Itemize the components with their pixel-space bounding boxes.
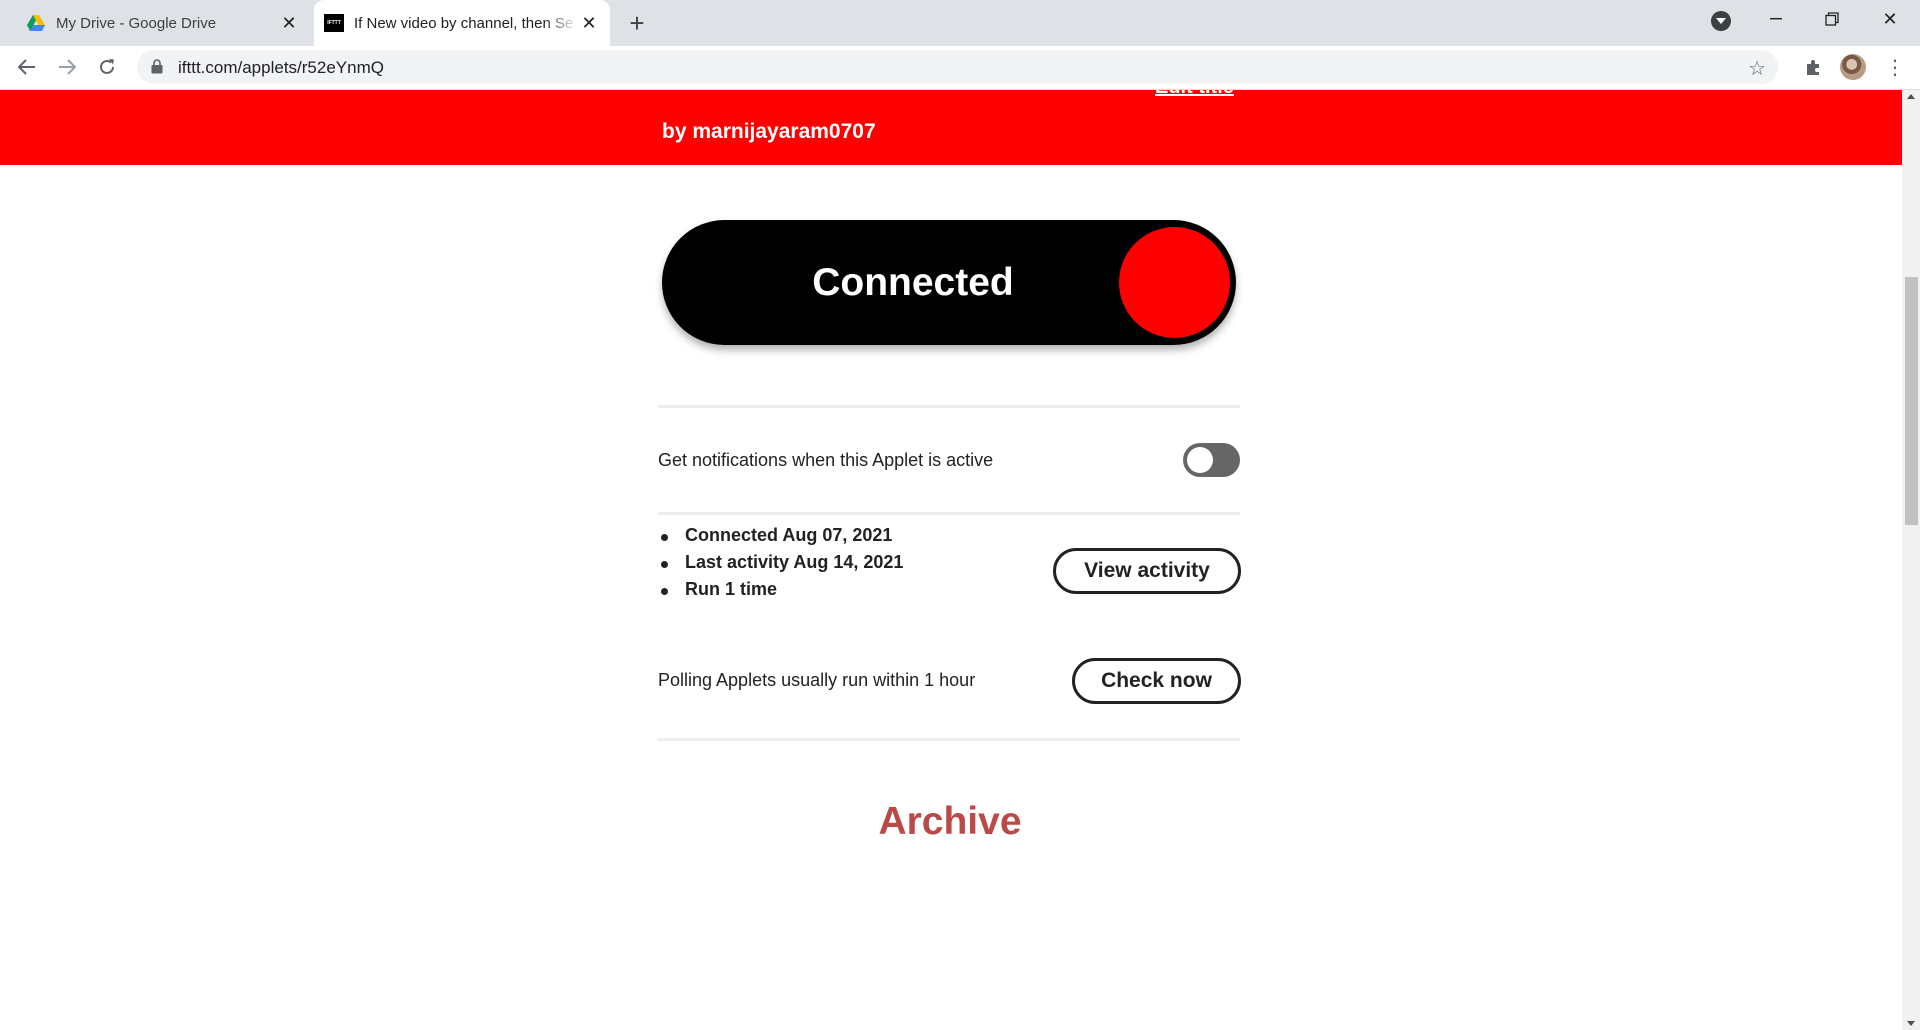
notifications-switch[interactable] [1183,443,1240,477]
more-menu-icon[interactable]: ⋮ [1880,52,1910,82]
tab-title: My Drive - Google Drive [56,14,217,32]
address-bar[interactable]: ifttt.com/applets/r52eYnmQ ☆ [137,50,1778,84]
url-text[interactable]: ifttt.com/applets/r52eYnmQ [178,58,384,78]
list-item: Connected Aug 07, 2021 [658,525,903,552]
page-viewport: Edit title by marnijayaram0707 Connected… [0,90,1902,1030]
google-drive-icon [26,13,46,33]
scroll-down-arrow-icon[interactable] [1907,1021,1915,1026]
divider [658,512,1240,515]
vertical-scrollbar[interactable] [1902,90,1920,1030]
profile-avatar[interactable] [1840,54,1866,80]
divider [658,405,1240,408]
browser-chrome: My Drive - Google Drive ✕ IFTTT If New v… [0,0,1920,90]
stat-connected-date: Connected Aug 07, 2021 [685,525,893,545]
close-icon[interactable]: ✕ [578,12,600,34]
tab-ifttt-applet[interactable]: IFTTT If New video by channel, then Se ✕ [314,0,610,46]
list-item: Run 1 time [658,579,903,606]
archive-button[interactable]: Archive [0,800,1900,844]
applet-header-banner: Edit title by marnijayaram0707 [0,90,1902,165]
new-tab-plus-icon[interactable]: + [622,8,652,38]
scrollbar-thumb[interactable] [1905,277,1918,525]
toggle-knob [1119,227,1230,338]
applet-author-byline: by marnijayaram0707 [662,120,876,143]
notifications-label: Get notifications when this Applet is ac… [658,450,994,470]
connect-toggle-button[interactable]: Connected [662,220,1236,345]
close-icon[interactable]: ✕ [278,12,300,34]
bullet-icon [661,588,668,595]
check-now-button[interactable]: Check now [1072,658,1241,704]
extensions-puzzle-icon[interactable] [1800,53,1828,81]
browser-toolbar: ifttt.com/applets/r52eYnmQ ☆ ⋮ [0,46,1920,90]
tab-search-chevron-icon[interactable] [1711,11,1731,31]
ifttt-icon: IFTTT [324,13,344,33]
back-arrow-icon[interactable] [12,52,42,82]
bookmark-star-icon[interactable]: ☆ [1748,56,1766,81]
view-activity-button[interactable]: View activity [1053,548,1241,594]
polling-info-text: Polling Applets usually run within 1 hou… [658,670,976,690]
stat-run-count: Run 1 time [685,579,778,599]
applet-stats-list: Connected Aug 07, 2021 Last activity Aug… [658,525,903,606]
bullet-icon [661,534,668,541]
restore-icon[interactable] [1810,4,1854,34]
edit-title-link[interactable]: Edit title [1155,90,1234,99]
bullet-icon [661,561,668,568]
tab-google-drive[interactable]: My Drive - Google Drive ✕ [12,0,310,46]
list-item: Last activity Aug 14, 2021 [658,552,903,579]
forward-arrow-icon[interactable] [52,52,82,82]
switch-knob [1187,447,1213,473]
scroll-up-arrow-icon[interactable] [1907,94,1915,99]
close-window-icon[interactable]: ✕ [1868,4,1912,34]
divider [658,738,1240,741]
tab-title: If New video by channel, then Se [354,14,574,32]
stat-last-activity: Last activity Aug 14, 2021 [685,552,904,572]
reload-icon[interactable] [92,52,122,82]
lock-icon[interactable] [151,59,163,79]
minimize-icon[interactable] [1754,4,1798,34]
tab-strip: My Drive - Google Drive ✕ IFTTT If New v… [0,0,1920,46]
connect-status-label: Connected [812,260,1014,304]
